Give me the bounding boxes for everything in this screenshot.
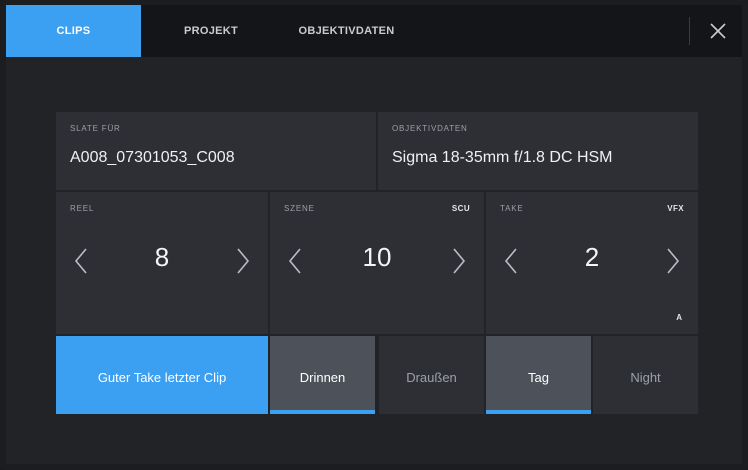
exterior-button[interactable]: Draußen (379, 336, 484, 414)
day-button[interactable]: Tag (486, 336, 591, 414)
clip-panel: SLATE FÜR A008_07301053_C008 OBJEKTIVDAT… (6, 57, 742, 464)
scene-tag[interactable]: SCU (452, 204, 470, 213)
take-label: TAKE (500, 204, 524, 213)
take-tag[interactable]: VFX (667, 204, 684, 213)
tab-clips[interactable]: CLIPS (6, 5, 141, 57)
close-icon (710, 23, 726, 39)
clip-metadata-screen: CLIPS PROJEKT OBJEKTIVDATEN SLATE FÜR A0… (0, 0, 748, 470)
day-selected-indicator (486, 410, 591, 414)
chevron-right-icon (237, 248, 250, 274)
tab-divider (689, 17, 690, 45)
slate-label: SLATE FÜR (70, 124, 121, 133)
interior-button[interactable]: Drinnen (270, 336, 375, 414)
take-card: TAKE VFX 2 A (486, 192, 698, 334)
reel-next-button[interactable] (232, 246, 252, 276)
interior-label: Drinnen (299, 370, 346, 385)
take-next-button[interactable] (662, 246, 682, 276)
reel-card: REEL 8 (56, 192, 268, 334)
scene-label: SZENE (284, 204, 315, 213)
night-label: Night (630, 370, 661, 385)
night-button[interactable]: Night (593, 336, 698, 414)
take-sub: A (676, 313, 682, 322)
tab-projekt[interactable]: PROJEKT (166, 5, 256, 57)
day-label: Tag (528, 370, 549, 385)
lens-card[interactable]: OBJEKTIVDATEN Sigma 18-35mm f/1.8 DC HSM (378, 112, 698, 190)
chevron-right-icon (667, 248, 680, 274)
lens-value: Sigma 18-35mm f/1.8 DC HSM (392, 149, 613, 166)
tab-bar: CLIPS PROJEKT OBJEKTIVDATEN (6, 5, 742, 57)
lens-label: OBJEKTIVDATEN (392, 124, 468, 133)
interior-selected-indicator (270, 410, 375, 414)
scene-next-button[interactable] (448, 246, 468, 276)
tab-objektivdaten[interactable]: OBJEKTIVDATEN (284, 5, 409, 57)
good-take-label: Guter Take letzter Clip (97, 370, 227, 385)
exterior-label: Draußen (406, 370, 457, 385)
slate-value: A008_07301053_C008 (70, 149, 235, 166)
close-button[interactable] (702, 15, 734, 47)
good-take-button[interactable]: Guter Take letzter Clip (56, 336, 268, 414)
chevron-right-icon (453, 248, 466, 274)
reel-label: REEL (70, 204, 95, 213)
scene-card: SZENE SCU 10 (270, 192, 484, 334)
slate-card[interactable]: SLATE FÜR A008_07301053_C008 (56, 112, 376, 190)
